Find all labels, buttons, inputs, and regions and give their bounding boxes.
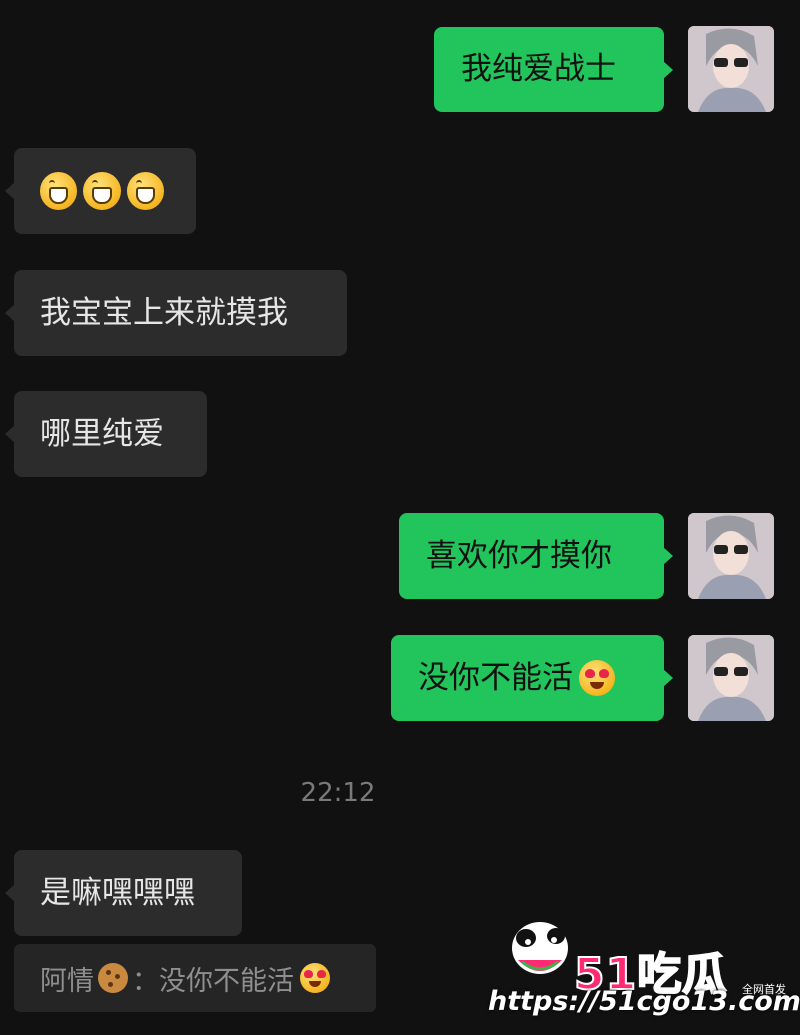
outgoing-message-bubble[interactable]: 没你不能活 bbox=[391, 635, 673, 721]
incoming-message-bubble[interactable] bbox=[5, 148, 196, 234]
chat-timestamp: 22:12 bbox=[300, 778, 376, 808]
watermark: 51吃瓜 全网首发 https://51cgo13.com bbox=[484, 908, 800, 1028]
quote-text: 没你不能活 bbox=[159, 965, 294, 997]
cookie-emoji-icon bbox=[98, 963, 128, 993]
heart-eyes-emoji-icon bbox=[300, 963, 330, 993]
cow-mascot-icon bbox=[512, 920, 568, 974]
message-text: 是嘛嘿嘿嘿 bbox=[40, 874, 195, 911]
avatar[interactable] bbox=[688, 26, 774, 112]
message-text: 我纯爱战士 bbox=[461, 51, 616, 87]
outgoing-message-bubble[interactable]: 我纯爱战士 bbox=[434, 27, 673, 112]
message-text: 喜欢你才摸你 bbox=[426, 537, 612, 574]
quote-separator: ： bbox=[132, 965, 159, 997]
outgoing-message-bubble[interactable]: 喜欢你才摸你 bbox=[399, 513, 673, 599]
quoted-reply[interactable]: 阿情 ： 没你不能活 bbox=[14, 944, 376, 1012]
message-text: 没你不能活 bbox=[418, 659, 573, 696]
avatar[interactable] bbox=[688, 635, 774, 721]
message-text: 哪里纯爱 bbox=[40, 415, 164, 452]
avatar[interactable] bbox=[688, 513, 774, 599]
incoming-message-bubble[interactable]: 我宝宝上来就摸我 bbox=[5, 270, 347, 356]
incoming-message-bubble[interactable]: 哪里纯爱 bbox=[5, 391, 207, 477]
grinning-face-emoji-icon bbox=[83, 172, 121, 210]
message-text: 我宝宝上来就摸我 bbox=[40, 294, 288, 331]
grinning-face-emoji-icon bbox=[126, 172, 164, 210]
grinning-face-emoji-icon bbox=[40, 172, 78, 210]
incoming-message-bubble[interactable]: 是嘛嘿嘿嘿 bbox=[5, 850, 242, 936]
quote-sender: 阿情 bbox=[40, 965, 94, 997]
watermark-url: https://51cgo13.com bbox=[488, 986, 800, 1017]
heart-eyes-emoji-icon bbox=[579, 660, 615, 696]
avatar-photo-icon bbox=[688, 26, 774, 112]
avatar-photo-icon bbox=[688, 635, 774, 721]
avatar-photo-icon bbox=[688, 513, 774, 599]
